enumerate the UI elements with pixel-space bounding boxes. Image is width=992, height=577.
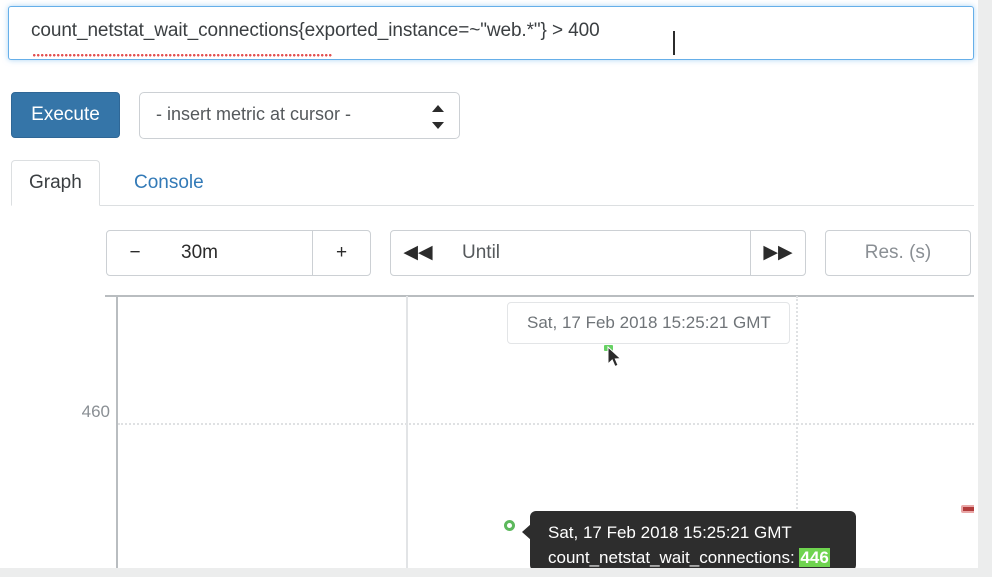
stepper-arrows-icon	[432, 105, 444, 129]
tooltip-timestamp: Sat, 17 Feb 2018 15:25:21 GMT	[548, 523, 792, 542]
range-input[interactable]: 30m	[163, 230, 313, 276]
range-control-group: − 30m +	[106, 230, 371, 276]
prometheus-expression-browser: count_netstat_wait_connections{exported_…	[0, 0, 992, 577]
tooltip-series-value: 446	[799, 548, 830, 567]
y-axis-tick-label: 460	[81, 402, 110, 421]
crosshair-vertical-line	[406, 296, 408, 568]
time-step-forward-button[interactable]: ▶▶	[750, 230, 806, 276]
tab-console[interactable]: Console	[116, 160, 222, 206]
time-control-group: ◀◀ Until ▶▶	[390, 230, 806, 276]
graph-panel[interactable]: 460 Sat, 17 Feb 2018 15:25:21 GMT Sat, 1…	[11, 290, 974, 568]
data-point-red[interactable]	[961, 505, 974, 513]
data-point-green-hovered[interactable]	[504, 520, 515, 531]
plot-y-axis	[116, 296, 118, 568]
text-caret	[673, 31, 675, 55]
expression-text: count_netstat_wait_connections{exported_…	[31, 20, 600, 41]
time-step-backward-button[interactable]: ◀◀	[390, 230, 446, 276]
tab-graph[interactable]: Graph	[11, 160, 100, 206]
spellcheck-underline	[33, 54, 333, 58]
time-callout-label: Sat, 17 Feb 2018 15:25:21 GMT	[507, 302, 790, 344]
page-gutter-bottom	[0, 568, 992, 577]
tab-bar: Graph Console	[11, 160, 974, 206]
insert-metric-select-value: - insert metric at cursor -	[156, 104, 352, 124]
tooltip-series-label: count_netstat_wait_connections:	[548, 548, 795, 567]
hover-tooltip: Sat, 17 Feb 2018 15:25:21 GMT count_nets…	[530, 511, 856, 568]
page-gutter-right	[978, 0, 992, 577]
plot-top-border	[105, 295, 974, 297]
range-increase-button[interactable]: +	[312, 230, 371, 276]
insert-metric-select[interactable]: - insert metric at cursor -	[139, 92, 460, 139]
gridline-horizontal	[118, 423, 974, 425]
mouse-cursor-icon	[607, 346, 622, 368]
until-input[interactable]: Until	[445, 230, 751, 276]
range-decrease-button[interactable]: −	[106, 230, 164, 276]
expression-input[interactable]: count_netstat_wait_connections{exported_…	[8, 6, 974, 60]
resolution-input[interactable]: Res. (s)	[825, 230, 971, 276]
execute-button[interactable]: Execute	[11, 92, 120, 138]
tooltip-series-line: count_netstat_wait_connections: 446	[548, 545, 856, 568]
